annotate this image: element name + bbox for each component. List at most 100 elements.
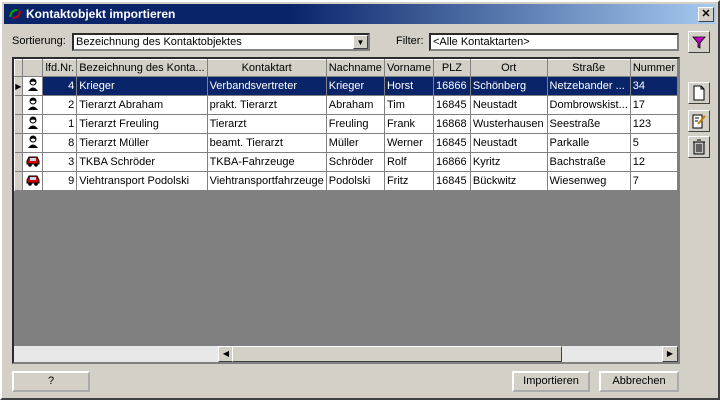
- import-button[interactable]: Importieren: [512, 371, 590, 392]
- cell-vorname: Frank: [384, 114, 434, 134]
- cell-bezeichnung: Viehtransport Podolski: [76, 171, 208, 191]
- cell-ort: Bückwitz: [470, 171, 548, 191]
- table-row[interactable]: ▶ 4 Krieger Verbandsvertreter Krieger Horst 16…: [14, 76, 678, 96]
- cell-nummer: 12: [630, 152, 678, 172]
- column-header-plz[interactable]: PLZ: [432, 59, 471, 77]
- cell-plz: 16845: [433, 95, 471, 115]
- cell-nummer: 5: [630, 133, 678, 153]
- cell-ort: Kyritz: [470, 152, 548, 172]
- column-header-nachname[interactable]: Nachname: [325, 59, 385, 77]
- cell-vorname: Rolf: [384, 152, 434, 172]
- title-bar: Kontaktobjekt importieren ✕: [4, 4, 716, 24]
- scroll-thumb[interactable]: [232, 346, 562, 362]
- table-row[interactable]: 9 Viehtransport Podolski Viehtransportfahr…: [14, 171, 678, 191]
- column-header-strasse[interactable]: Straße: [546, 59, 631, 77]
- cell-strasse: Parkalle: [547, 133, 631, 153]
- cell-nummer: 34: [630, 76, 678, 96]
- car-icon: [22, 152, 44, 172]
- cell-plz: 16845: [433, 171, 471, 191]
- row-indicator: [14, 114, 24, 134]
- filter-label: Filter:: [396, 35, 424, 47]
- cell-lfd-nr: 4: [42, 76, 78, 96]
- person-icon: [22, 114, 44, 134]
- cell-kontaktart: Viehtransportfahrzeuge: [207, 171, 327, 191]
- contacts-grid[interactable]: lfd.Nr. Bezeichnung des Konta... Kontakt…: [12, 57, 680, 364]
- cell-plz: 16868: [433, 114, 471, 134]
- new-document-icon: [693, 85, 705, 101]
- cell-strasse: Dombrowskist...: [547, 95, 631, 115]
- column-header-nummer[interactable]: Nummer: [629, 59, 678, 77]
- filter-value: <Alle Kontaktarten>: [433, 36, 530, 48]
- table-row[interactable]: 8 Tierarzt Müller beamt. Tierarzt Müller Wer…: [14, 133, 678, 153]
- help-button[interactable]: ?: [12, 371, 90, 392]
- icon-header: [22, 59, 44, 77]
- cell-lfd-nr: 3: [42, 152, 78, 172]
- filter-field[interactable]: <Alle Kontaktarten>: [429, 33, 679, 51]
- cell-kontaktart: beamt. Tierarzt: [207, 133, 327, 153]
- cell-bezeichnung: Krieger: [76, 76, 208, 96]
- cell-bezeichnung: Tierarzt Freuling: [76, 114, 208, 134]
- row-indicator: [14, 133, 24, 153]
- row-indicator: [14, 152, 24, 172]
- cell-nachname: Abraham: [326, 95, 385, 115]
- filter-button[interactable]: [688, 31, 710, 53]
- edit-button[interactable]: [688, 110, 710, 132]
- cell-bezeichnung: Tierarzt Abraham: [76, 95, 208, 115]
- sort-label: Sortierung:: [12, 35, 66, 47]
- table-row[interactable]: 1 Tierarzt Freuling Tierarzt Freuling Frank 1…: [14, 114, 678, 134]
- row-indicator: [14, 171, 24, 191]
- column-header-vorname[interactable]: Vorname: [383, 59, 434, 77]
- edit-document-icon: [692, 114, 706, 129]
- person-icon: [22, 76, 44, 96]
- column-header-lfd-nr[interactable]: lfd.Nr.: [42, 59, 78, 77]
- cell-bezeichnung: TKBA Schröder: [76, 152, 208, 172]
- cell-lfd-nr: 8: [42, 133, 78, 153]
- cancel-button[interactable]: Abbrechen: [599, 371, 679, 392]
- row-indicator: [14, 95, 24, 115]
- contacts-table: lfd.Nr. Bezeichnung des Konta... Kontakt…: [14, 59, 678, 191]
- cell-plz: 16866: [433, 152, 471, 172]
- cell-lfd-nr: 2: [42, 95, 78, 115]
- new-button[interactable]: [688, 82, 710, 104]
- cell-nachname: Freuling: [326, 114, 385, 134]
- table-row[interactable]: 3 TKBA Schröder TKBA-Fahrzeuge Schröder Rolf…: [14, 152, 678, 172]
- cell-nummer: 123: [630, 114, 678, 134]
- close-button[interactable]: ✕: [698, 7, 714, 22]
- dialog-window: Kontaktobjekt importieren ✕ Sortierung: …: [0, 0, 720, 400]
- cell-vorname: Werner: [384, 133, 434, 153]
- cell-plz: 16866: [433, 76, 471, 96]
- delete-button[interactable]: [688, 136, 710, 158]
- cell-ort: Schönberg: [470, 76, 548, 96]
- cell-strasse: Bachstraße: [547, 152, 631, 172]
- header-row: lfd.Nr. Bezeichnung des Konta... Kontakt…: [14, 59, 678, 77]
- cell-nummer: 7: [630, 171, 678, 191]
- sort-dropdown[interactable]: Bezeichnung des Kontaktobjektes ▼: [72, 33, 370, 51]
- sort-value: Bezeichnung des Kontaktobjektes: [76, 36, 242, 48]
- app-icon: [9, 9, 21, 19]
- cell-vorname: Tim: [384, 95, 434, 115]
- row-indicator: ▶: [14, 76, 24, 96]
- cell-nachname: Podolski: [326, 171, 385, 191]
- table-row[interactable]: 2 Tierarzt Abraham prakt. Tierarzt Abraham T…: [14, 95, 678, 115]
- indicator-header: [14, 59, 24, 77]
- cell-nachname: Müller: [326, 133, 385, 153]
- horizontal-scrollbar[interactable]: ◀ ▶: [14, 346, 678, 362]
- cell-lfd-nr: 9: [42, 171, 78, 191]
- column-header-ort[interactable]: Ort: [469, 59, 548, 77]
- column-header-bezeichnung[interactable]: Bezeichnung des Konta...: [76, 59, 208, 77]
- cell-plz: 16845: [433, 133, 471, 153]
- cell-vorname: Fritz: [384, 171, 434, 191]
- cell-nachname: Schröder: [326, 152, 385, 172]
- scroll-right-button[interactable]: ▶: [662, 346, 678, 362]
- column-header-kontaktart[interactable]: Kontaktart: [206, 59, 327, 77]
- cell-vorname: Horst: [384, 76, 434, 96]
- cell-kontaktart: Verbandsvertreter: [207, 76, 327, 96]
- cell-nachname: Krieger: [326, 76, 385, 96]
- cell-strasse: Seestraße: [547, 114, 631, 134]
- person-icon: [22, 133, 44, 153]
- car-icon: [22, 171, 44, 191]
- chevron-down-icon[interactable]: ▼: [353, 35, 368, 49]
- cell-kontaktart: Tierarzt: [207, 114, 327, 134]
- cell-ort: Neustadt: [470, 95, 548, 115]
- cell-lfd-nr: 1: [42, 114, 78, 134]
